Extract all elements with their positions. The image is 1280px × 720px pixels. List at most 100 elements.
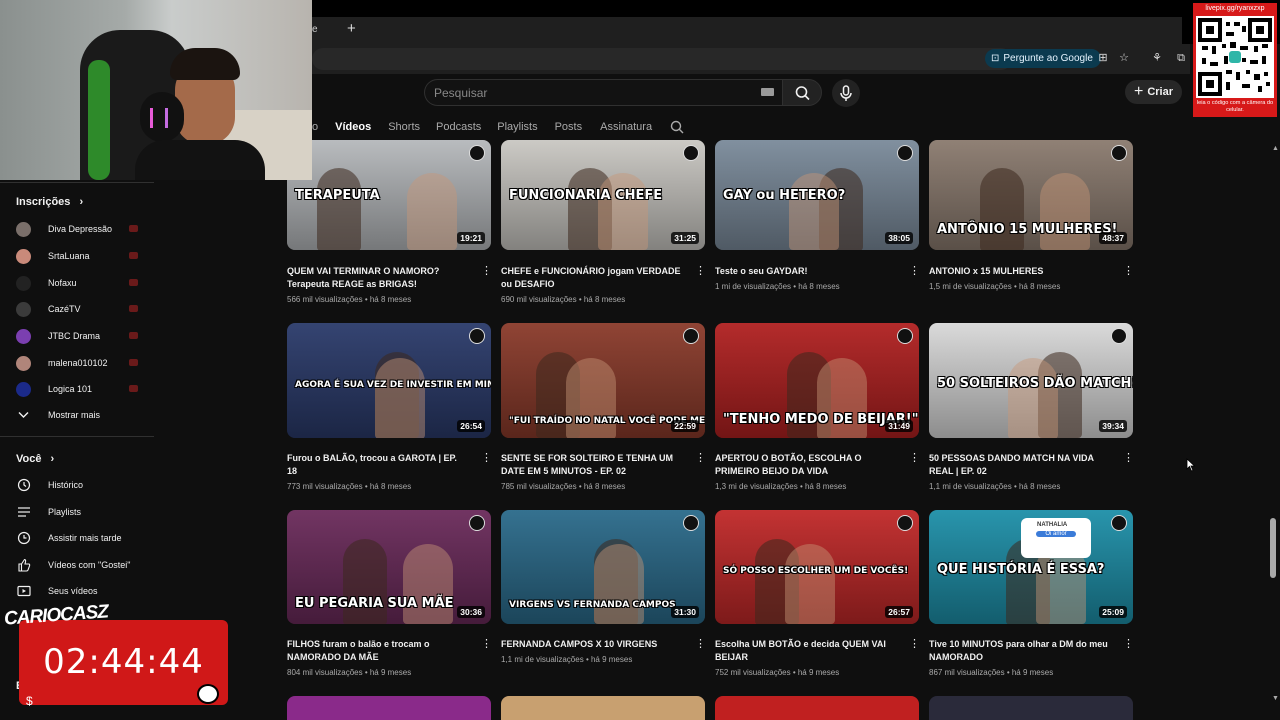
sidebar-item-history[interactable]: Histórico: [16, 476, 146, 494]
more-options-icon[interactable]: ⋮: [695, 266, 706, 277]
search-icon: [795, 86, 810, 101]
video-title[interactable]: 50 PESSOAS DANDO MATCH NA VIDA REAL | EP…: [929, 452, 1109, 478]
url-field[interactable]: [312, 48, 1012, 70]
sidebar-item-label: Assistir mais tarde: [48, 533, 122, 543]
show-more-button[interactable]: Mostrar mais: [16, 406, 146, 424]
chair-stripe: [88, 60, 110, 180]
page-scrollbar[interactable]: [1270, 518, 1276, 578]
video-title[interactable]: APERTOU O BOTÃO, ESCOLHA O PRIMEIRO BEIJ…: [715, 452, 895, 478]
install-icon[interactable]: ⊞: [1096, 51, 1110, 65]
sidebar-item-playlists[interactable]: Playlists: [16, 503, 146, 521]
video-title[interactable]: Tive 10 MINUTOS para olhar a DM do meu N…: [929, 638, 1109, 664]
sidebar-item-label: Playlists: [48, 507, 82, 517]
more-options-icon[interactable]: ⋮: [1123, 266, 1134, 277]
meta-separator: •: [1004, 668, 1012, 677]
keyboard-icon[interactable]: [761, 88, 774, 96]
sidebar-divider: [0, 436, 154, 437]
tab-playlists[interactable]: Playlists: [497, 121, 537, 133]
video-title[interactable]: FILHOS furam o balão e trocam o NAMORADO…: [287, 638, 467, 664]
channel-search-icon[interactable]: [670, 120, 684, 134]
video-thumbnail[interactable]: NATHALIA Oi amor QUE HISTÓRIA É ESSA? 25:09: [929, 510, 1133, 624]
more-options-icon[interactable]: ⋮: [481, 639, 492, 650]
subscription-item[interactable]: JTBC Drama: [16, 327, 138, 345]
meta-separator: •: [362, 295, 370, 304]
new-tab-button[interactable]: +: [347, 20, 356, 37]
more-options-icon[interactable]: ⋮: [695, 453, 706, 464]
qr-code-icon: [1198, 18, 1272, 96]
dm-card: NATHALIA Oi amor: [1021, 518, 1091, 558]
you-heading[interactable]: Você ›: [16, 453, 54, 465]
sidebar-item-liked[interactable]: Vídeos com "Gostei": [16, 556, 146, 574]
video-thumbnail[interactable]: 50 SOLTEIROS DÃO MATCH! 39:34: [929, 323, 1133, 438]
create-button[interactable]: + Criar: [1125, 80, 1182, 104]
video-title[interactable]: Furou o BALÃO, trocou a GAROTA | EP. 18: [287, 452, 467, 478]
bookmark-star-icon[interactable]: ☆: [1117, 51, 1131, 65]
search-button[interactable]: [782, 79, 822, 106]
video-title[interactable]: Escolha UM BOTÃO e decida QUEM VAI BEIJA…: [715, 638, 895, 664]
thumbnail-caption: FUNCIONARIA CHEFE: [509, 188, 663, 203]
meta-separator: •: [362, 482, 370, 491]
ask-google-button[interactable]: ⊡ Pergunte ao Google: [985, 49, 1101, 68]
thumbnail-caption: QUE HISTÓRIA É ESSA?: [937, 562, 1105, 577]
tab-podcasts[interactable]: Podcasts: [436, 121, 481, 133]
video-title[interactable]: Teste o seu GAYDAR!: [715, 265, 895, 278]
more-options-icon[interactable]: ⋮: [1123, 453, 1134, 464]
subscriptions-title: Inscrições: [16, 196, 71, 208]
video-title[interactable]: ANTONIO x 15 MULHERES: [929, 265, 1109, 278]
more-options-icon[interactable]: ⋮: [481, 266, 492, 277]
video-thumbnail[interactable]: SÓ POSSO ESCOLHER UM DE VOCÊS! 26:57: [715, 510, 919, 624]
puzzle-icon[interactable]: ⧉: [1174, 51, 1188, 65]
video-thumbnail[interactable]: "FUI TRAÍDO NO NATAL VOCÊ PODE ME SALVAR…: [501, 323, 705, 438]
video-thumbnail[interactable]: VIRGENS VS FERNANDA CAMPOS 31:30: [501, 510, 705, 624]
tab-shorts[interactable]: Shorts: [388, 121, 420, 133]
video-thumbnail[interactable]: AGORA É SUA VEZ DE INVESTIR EM MIM 26:54: [287, 323, 491, 438]
streamer-hair: [170, 48, 240, 80]
video-title[interactable]: CHEFE e FUNCIONÁRIO jogam VERDADE ou DES…: [501, 265, 681, 291]
extension-icon[interactable]: ⚘: [1150, 51, 1164, 65]
scroll-down-arrow[interactable]: ▼: [1272, 695, 1279, 702]
subscriptions-heading[interactable]: Inscrições ›: [16, 196, 83, 208]
video-title[interactable]: FERNANDA CAMPOS X 10 VIRGENS: [501, 638, 681, 651]
sidebar-item-your-videos[interactable]: Seus vídeos: [16, 582, 146, 600]
more-options-icon[interactable]: ⋮: [695, 639, 706, 650]
sidebar-item-watch-later[interactable]: Assistir mais tarde: [16, 529, 146, 547]
video-thumbnail[interactable]: [715, 696, 919, 720]
subscription-item[interactable]: Nofaxu: [16, 274, 138, 292]
voice-search-button[interactable]: [832, 79, 860, 107]
tab-membership[interactable]: Assinatura: [600, 121, 652, 133]
tab-partial[interactable]: o: [312, 121, 318, 133]
thumbnail-caption: EU PEGARIA SUA MÃE: [295, 596, 454, 611]
more-options-icon[interactable]: ⋮: [909, 453, 920, 464]
video-thumbnail[interactable]: FUNCIONARIA CHEFE 31:25: [501, 140, 705, 250]
tab-videos[interactable]: Vídeos: [335, 121, 371, 133]
video-thumbnail[interactable]: TERAPEUTA 19:21: [287, 140, 491, 250]
more-options-icon[interactable]: ⋮: [1123, 639, 1134, 650]
video-thumbnail[interactable]: "TENHO MEDO DE BEIJAR!" 31:49: [715, 323, 919, 438]
video-thumbnail[interactable]: [501, 696, 705, 720]
chevron-down-icon: [16, 408, 31, 423]
subscription-item[interactable]: Diva Depressão: [16, 220, 138, 238]
channel-badge-icon: [469, 515, 485, 531]
subscription-item[interactable]: CazéTV: [16, 300, 138, 318]
subscription-item[interactable]: SrtaLuana: [16, 247, 138, 265]
subscription-item[interactable]: Logica 101: [16, 380, 138, 398]
tab-posts[interactable]: Posts: [555, 121, 583, 133]
video-meta: 1,1 mi de visualizações • há 9 meses: [501, 655, 632, 664]
more-options-icon[interactable]: ⋮: [481, 453, 492, 464]
video-duration: 22:59: [671, 420, 699, 432]
scroll-up-arrow[interactable]: ▲: [1272, 145, 1279, 152]
video-thumbnail[interactable]: ANTÔNIO 15 MULHERES! 48:37: [929, 140, 1133, 250]
more-options-icon[interactable]: ⋮: [909, 266, 920, 277]
video-thumbnail[interactable]: EU PEGARIA SUA MÃE 30:36: [287, 510, 491, 624]
subscription-item[interactable]: malena010102: [16, 354, 138, 372]
video-thumbnail[interactable]: [929, 696, 1133, 720]
more-options-icon[interactable]: ⋮: [909, 639, 920, 650]
video-duration: 39:34: [1099, 420, 1127, 432]
video-title[interactable]: SENTE SE FOR SOLTEIRO E TENHA UM DATE EM…: [501, 452, 681, 478]
video-thumbnail[interactable]: GAY ou HETERO? 38:05: [715, 140, 919, 250]
subscription-label: SrtaLuana: [48, 251, 90, 261]
video-title[interactable]: QUEM VAI TERMINAR O NAMORO? Terapeuta RE…: [287, 265, 467, 291]
browser-tab-partial[interactable]: e: [312, 24, 318, 35]
video-thumbnail[interactable]: [287, 696, 491, 720]
video-duration: 30:36: [457, 606, 485, 618]
